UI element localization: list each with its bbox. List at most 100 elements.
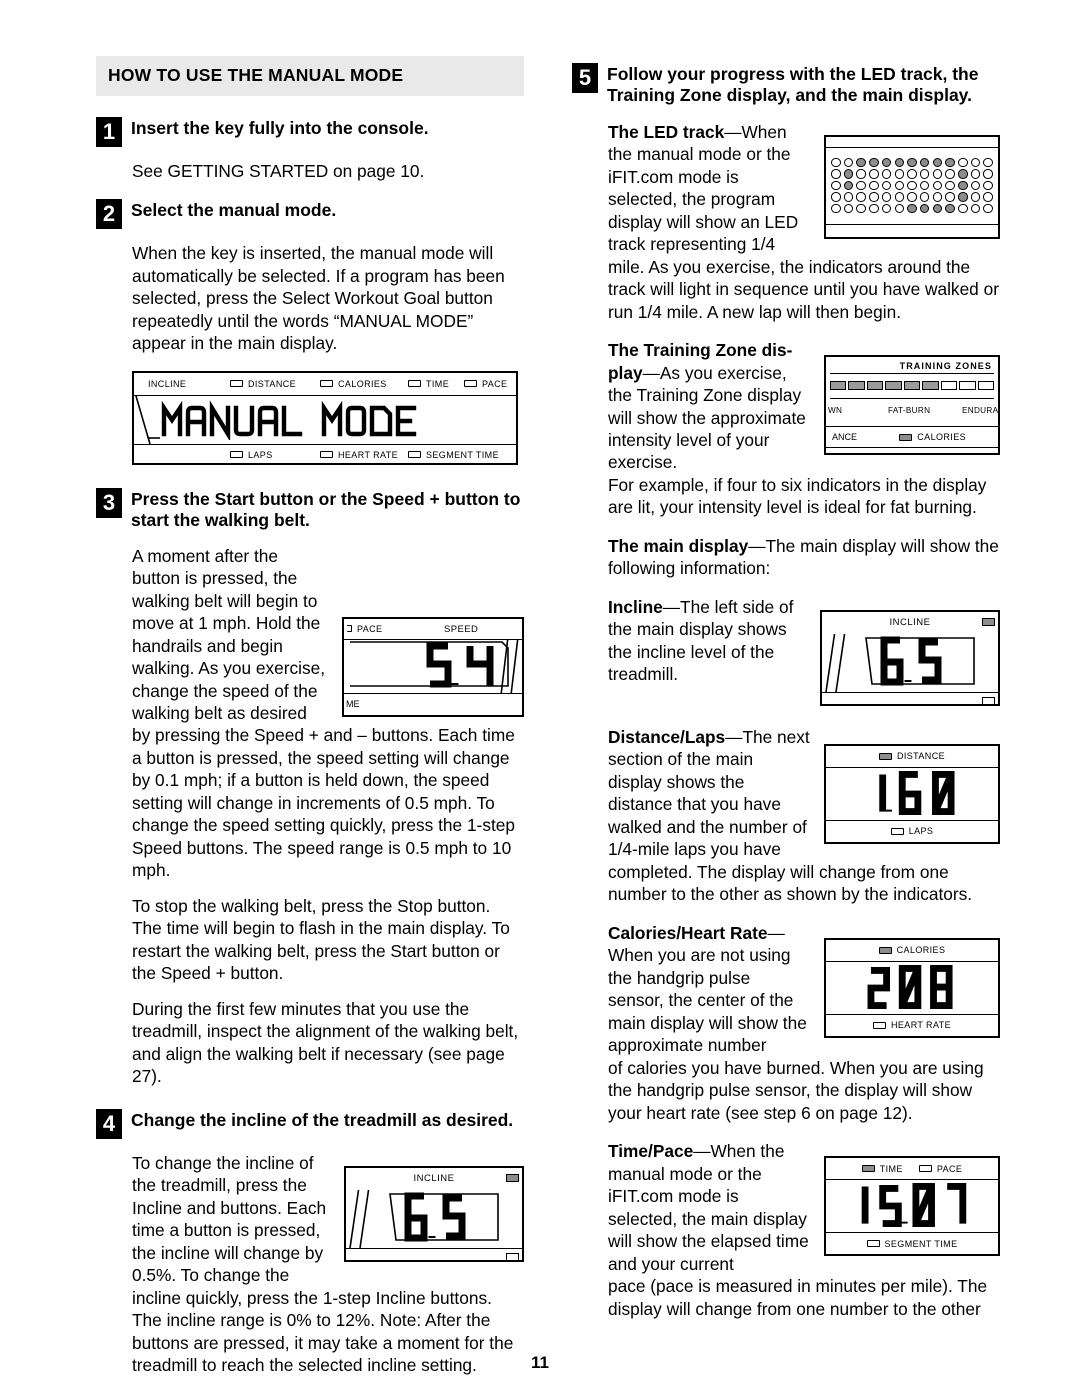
em-dash: —: [662, 596, 681, 617]
distance-cropped-label: ANCE: [832, 432, 858, 443]
step-4-number: 4: [96, 1108, 122, 1139]
section-banner: HOW TO USE THE MANUAL MODE: [96, 56, 524, 96]
em-dash: —: [693, 1141, 711, 1162]
led-indicator-off: [869, 180, 879, 191]
led-indicator-off: [932, 180, 943, 191]
indicator-box: [320, 451, 333, 459]
led-indicator-on: [958, 169, 968, 179]
incline-indicator-lit: [982, 617, 995, 626]
time-lead: Time/Pace: [608, 1141, 694, 1162]
tz-base-band: [826, 447, 998, 460]
step-5-title: Follow your progress with the LED track,…: [607, 64, 979, 106]
lcd-segment-text: [161, 400, 417, 440]
zone-label-endurance: ENDURA: [962, 406, 999, 416]
led-indicator-off: [983, 203, 993, 214]
distance-panel-foot: LAPS: [826, 819, 998, 842]
led-indicator-on: [894, 157, 905, 168]
indicator-calories: CALORIES: [878, 945, 946, 955]
incline-panel-bottom: [822, 691, 998, 715]
manual-page: HOW TO USE THE MANUAL MODE 1 Insert the …: [0, 0, 1080, 1397]
main-display-lead: The main display: [608, 535, 749, 556]
time-paragraph-after: pace (pace is measured in minutes per mi…: [608, 1276, 988, 1319]
training-zone-labels: WN FAT-BURN ENDURA: [826, 399, 998, 420]
led-indicator-off: [894, 169, 905, 179]
zone-label-fat-burn: FAT-BURN: [888, 406, 931, 416]
main-display-paragraph: The main display—The main display will s…: [572, 535, 1000, 580]
indicator-distance: DISTANCE: [878, 751, 945, 761]
indicator-box: [890, 827, 904, 835]
led-indicator-off: [983, 192, 993, 202]
training-zone-bar-unlit: [977, 381, 994, 391]
time-block: TIME PACE SEGMENT TIME Time/Pace—When th…: [572, 1140, 1000, 1320]
led-indicator-off: [881, 203, 892, 214]
led-indicator-off: [831, 180, 841, 191]
distance-paragraph-after: completed. The display will change from …: [608, 861, 973, 905]
indicator-box: [464, 380, 477, 388]
speed-panel-top: PACE SPEED: [344, 619, 522, 640]
led-indicator-off: [894, 192, 905, 202]
step-3: 3 Press the Start button or the Speed + …: [96, 487, 524, 532]
led-indicator-off: [983, 169, 993, 179]
indicator-box: [320, 380, 333, 388]
indicator-pace-cropped: PACE: [347, 624, 382, 634]
indicator-calories: CALORIES: [899, 432, 966, 442]
time-panel-foot: SEGMENT TIME: [826, 1232, 998, 1254]
step-5: 5 Follow your progress with the LED trac…: [572, 62, 1000, 107]
em-dash: —: [725, 726, 743, 747]
led-indicator-off: [932, 192, 943, 202]
training-zone-panel: TRAINING ZONES WN FAT-BURN ENDURA ANCE C…: [824, 355, 1000, 456]
led-indicator-on: [869, 157, 879, 168]
led-indicator-on: [856, 157, 866, 168]
step-2: 2 Select the manual mode.: [96, 198, 524, 230]
incline-lcd-digits: [825, 623, 975, 693]
incline-display-panel-step4: INCLINE: [344, 1165, 524, 1262]
led-indicator-off: [869, 203, 879, 214]
incline-indicator-unlit: [506, 1252, 519, 1261]
training-zone-paragraph-after: For example, if four to six indicators i…: [608, 474, 987, 518]
incline-display-panel: INCLINE: [820, 609, 1000, 706]
indicator-box: [878, 752, 892, 760]
training-zone-bar-lit: [885, 381, 902, 391]
led-indicator-on: [907, 157, 917, 168]
time-display-panel: TIME PACE SEGMENT TIME: [824, 1156, 1000, 1257]
indicator-heart-rate: HEART RATE: [320, 450, 398, 460]
incline-lcd-digits: [349, 1179, 499, 1248]
led-indicator-on: [932, 157, 943, 168]
indicator-calories: CALORIES: [320, 379, 387, 389]
step-2-title: Select the manual mode.: [131, 200, 337, 221]
led-indicator-off: [958, 203, 968, 214]
led-indicator-off: [919, 169, 930, 179]
step-2-body: When the key is inserted, the manual mod…: [132, 243, 505, 354]
led-indicator-off: [881, 169, 892, 179]
time-lcd-area: [826, 1180, 998, 1232]
manual-mode-top-indicators: INCLINE DISTANCE CALORIES TIME PACE: [134, 373, 516, 396]
indicator-heart-rate: HEART RATE: [872, 1020, 951, 1030]
manual-mode-lcd-area: [134, 395, 516, 444]
step-1-body: See GETTING STARTED on page 10.: [132, 161, 425, 181]
indicator-box: [861, 1165, 875, 1173]
training-zone-bar-lit: [830, 381, 847, 391]
indicator-time: TIME: [408, 379, 449, 389]
incline-indicator-lit: [506, 1173, 519, 1182]
incline-lcd-area: [346, 1179, 522, 1248]
incline-indicator-unlit: [982, 696, 995, 705]
left-column: HOW TO USE THE MANUAL MODE 1 Insert the …: [96, 56, 524, 1377]
step-1: 1 Insert the key fully into the console.: [96, 116, 524, 147]
indicator-laps: LAPS: [230, 450, 273, 460]
led-indicator-off: [983, 180, 993, 191]
step-4-body-wrap: INCLINE To change the incline of the tre…: [96, 1152, 524, 1377]
calories-lcd-digits: [867, 964, 953, 1009]
speed-panel-bottom: ME: [344, 692, 522, 717]
training-zone-bar-lit: [922, 381, 939, 391]
calories-text-inline: When you are not using the handgrip puls…: [608, 945, 807, 1056]
led-indicator-off: [919, 180, 930, 191]
step-3-body-wrap: PACE SPEED ME A moment after the button …: [96, 545, 524, 1088]
incline-label: INCLINE: [413, 1173, 455, 1185]
display-edge-slash: [135, 395, 160, 444]
indicator-box: [866, 1240, 880, 1248]
indicator-box: [408, 451, 421, 459]
training-zone-bar-lit: [903, 381, 921, 391]
step-4: 4 Change the incline of the treadmill as…: [96, 1108, 524, 1139]
zone-label-warmup: WN: [828, 406, 843, 416]
step-3-title: Press the Start button or the Speed + bu…: [131, 488, 521, 531]
